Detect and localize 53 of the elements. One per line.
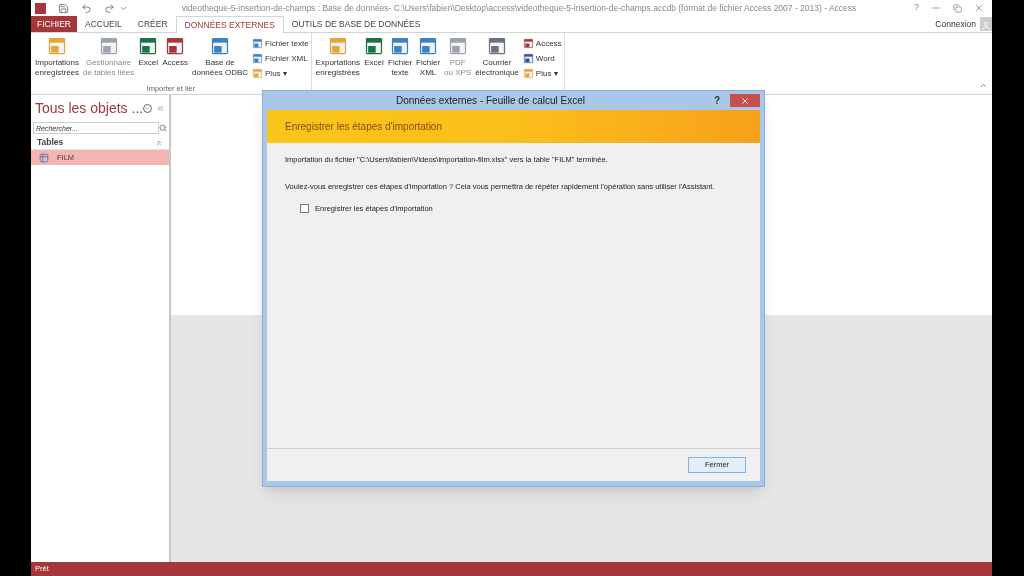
banner-title: Enregistrer les étapes d'importation [285, 120, 442, 134]
table-icon [39, 152, 49, 163]
ribbon-button[interactable]: Fichier texte [386, 36, 415, 78]
undo-icon[interactable] [81, 2, 92, 14]
search-icon[interactable] [159, 124, 167, 132]
pane-title: Tous les objets ... [35, 99, 144, 118]
table-icon [165, 36, 186, 56]
ribbon-tab[interactable]: CRÉER [129, 16, 176, 32]
dialog-title: Données externes - Feuille de calcul Excel [394, 94, 586, 108]
collapse-pane-icon[interactable] [156, 104, 165, 113]
window-title: videotheque-5-insertion-de-champs : Base de données- C:\Users\fabien\Desktop\access\videotheque-5-insertion-de-champs.accdb (format de fichier Access 2007 - 2013) - Access [180, 1, 858, 15]
table-icon [418, 36, 439, 56]
save-icon[interactable] [58, 2, 69, 14]
collapse-group-icon[interactable] [155, 138, 163, 147]
ribbon-small-button[interactable]: Fichier XML [252, 51, 309, 66]
ribbon-small-button[interactable]: Plus ▾ [252, 66, 309, 81]
table-icon [327, 36, 348, 56]
table-icon [98, 36, 119, 56]
ribbon-tab[interactable]: FICHIER [31, 16, 77, 32]
dropdown-icon[interactable] [143, 104, 153, 113]
close-icon [740, 95, 750, 106]
ribbon-tab[interactable]: OUTILS DE BASE DE DONNÉES [283, 16, 429, 32]
ribbon-button[interactable]: Importations enregistrées [33, 36, 82, 78]
sign-in-link[interactable]: Connexion [935, 17, 976, 31]
ribbon-button[interactable]: Courrier électronique [473, 36, 521, 78]
help-button[interactable]: ? [713, 93, 720, 108]
table-icon [522, 38, 534, 49]
ribbon-button[interactable]: Exportations enregistrées [313, 36, 363, 78]
table-icon [210, 36, 230, 56]
ribbon-small-button[interactable]: Access [522, 36, 562, 51]
ribbon-button[interactable]: Access [160, 36, 190, 68]
ribbon-button[interactable]: Excel [136, 36, 161, 68]
ribbon-small-button[interactable]: Fichier texte [252, 36, 309, 51]
ribbon-button[interactable]: Base de données ODBC [190, 36, 250, 78]
app-logo-icon [35, 2, 46, 14]
restore-icon[interactable] [953, 3, 962, 13]
ribbon-small-button[interactable]: Word [522, 51, 562, 66]
ribbon-tab[interactable]: ACCUEIL [77, 16, 130, 32]
ribbon-tab[interactable]: DONNÉES EXTERNES [175, 16, 284, 33]
close-icon[interactable] [974, 3, 984, 13]
table-icon [138, 36, 159, 56]
redo-icon[interactable] [104, 2, 115, 14]
ribbon-button[interactable]: Fichier XML [414, 36, 443, 78]
close-button[interactable] [730, 94, 760, 107]
ribbon-button[interactable]: Excel [362, 36, 387, 68]
collapse-ribbon-icon[interactable] [979, 81, 988, 90]
ribbon-small-button[interactable]: Plus ▾ [522, 66, 562, 81]
table-icon [252, 53, 263, 64]
table-icon [47, 36, 67, 56]
table-icon [364, 36, 385, 56]
table-icon [447, 36, 468, 56]
help-button[interactable]: ? [910, 1, 923, 15]
table-icon [522, 53, 534, 64]
